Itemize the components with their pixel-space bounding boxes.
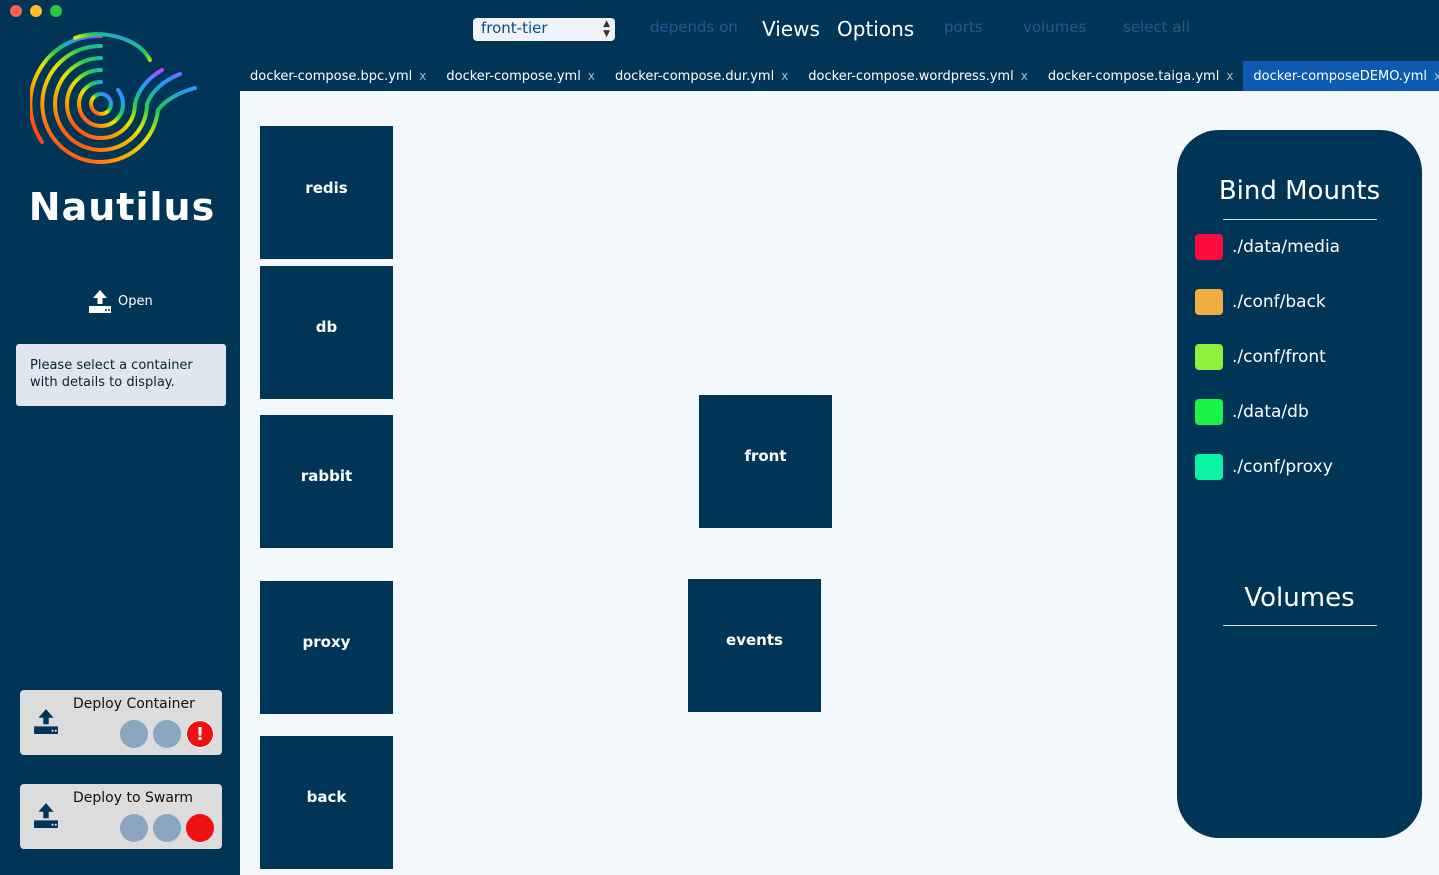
tab-label: docker-compose.taiga.yml: [1047, 68, 1220, 84]
upload-icon: [89, 290, 111, 313]
file-tabs: docker-compose.bpc.yml x docker-compose.y…: [240, 61, 1439, 91]
tab-file-active[interactable]: docker-composeDEMO.yml x: [1243, 61, 1439, 91]
color-swatch: [1195, 454, 1223, 480]
service-label: proxy: [302, 633, 351, 651]
service-node-front[interactable]: front: [699, 395, 832, 528]
volumes-toggle[interactable]: volumes: [1023, 18, 1086, 36]
service-node-db[interactable]: db: [260, 266, 393, 399]
color-swatch: [1195, 234, 1223, 260]
service-node-rabbit[interactable]: rabbit: [260, 415, 393, 548]
details-placeholder-text: Please select a container with details t…: [30, 358, 193, 390]
tab-file[interactable]: docker-compose.yml x: [436, 61, 605, 91]
status-dot: [120, 720, 148, 748]
service-label: db: [315, 318, 338, 336]
select-arrows-icon: ▲ ▼: [603, 19, 610, 39]
volumes-title: Volumes: [1244, 583, 1355, 613]
bind-mount-path: ./conf/proxy: [1232, 457, 1333, 477]
bind-mount-path: ./data/db: [1232, 402, 1309, 422]
color-swatch: [1195, 344, 1223, 370]
tab-file[interactable]: docker-compose.taiga.yml x: [1038, 61, 1244, 91]
close-tab-icon[interactable]: x: [1226, 69, 1233, 83]
bind-mounts-title: Bind Mounts: [1218, 176, 1381, 206]
status-dot: [120, 814, 148, 842]
service-label: front: [744, 447, 787, 465]
volumes-legend-panel: Bind Mounts ./data/media ./conf/back ./c…: [1177, 130, 1422, 838]
close-tab-icon[interactable]: x: [419, 69, 426, 83]
close-tab-icon[interactable]: x: [1021, 69, 1028, 83]
service-node-redis[interactable]: redis: [260, 126, 393, 259]
service-label: events: [726, 631, 783, 649]
close-tab-icon[interactable]: x: [781, 69, 788, 83]
service-label: back: [306, 788, 347, 806]
deploy-container-button[interactable]: Deploy Container !: [20, 690, 222, 755]
bind-mount-item[interactable]: ./data/db: [1195, 399, 1309, 425]
compose-canvas: redis db rabbit proxy back front events …: [240, 91, 1439, 875]
nautilus-logo-icon: [30, 32, 197, 164]
status-dot: [153, 720, 181, 748]
error-icon: !: [186, 720, 214, 748]
open-button[interactable]: Open: [88, 289, 153, 313]
deploy-swarm-label: Deploy to Swarm: [73, 790, 194, 806]
container-details-box: Please select a container with details t…: [16, 344, 226, 406]
upload-icon: [34, 709, 58, 734]
swarm-status-indicators: [120, 814, 214, 842]
bind-mount-path: ./conf/back: [1232, 292, 1326, 312]
depends-on-toggle[interactable]: depends on: [650, 18, 738, 36]
error-status-dot: [186, 814, 214, 842]
tab-label: docker-composeDEMO.yml: [1253, 68, 1428, 84]
options-menu[interactable]: Options: [837, 17, 914, 41]
open-label: Open: [118, 293, 153, 309]
service-label: rabbit: [300, 467, 353, 485]
sidebar: Nautilus Open Please select a container …: [0, 0, 240, 875]
ports-toggle[interactable]: ports: [944, 18, 983, 36]
bind-mount-item[interactable]: ./data/media: [1195, 234, 1340, 260]
views-menu[interactable]: Views: [762, 17, 820, 41]
bind-mount-item[interactable]: ./conf/proxy: [1195, 454, 1333, 480]
status-dot: [153, 814, 181, 842]
bind-mount-path: ./data/media: [1232, 237, 1341, 257]
service-node-events[interactable]: events: [688, 579, 821, 712]
deploy-container-label: Deploy Container: [73, 696, 195, 712]
tab-file[interactable]: docker-compose.dur.yml x: [605, 61, 798, 91]
deploy-swarm-button[interactable]: Deploy to Swarm: [20, 784, 222, 849]
bind-mount-item[interactable]: ./conf/back: [1195, 289, 1326, 315]
tab-label: docker-compose.dur.yml: [614, 68, 775, 84]
bind-mount-path: ./conf/front: [1232, 347, 1326, 367]
service-node-back[interactable]: back: [260, 736, 393, 869]
network-select-value: front-tier: [481, 19, 548, 37]
volumes-divider: [1223, 625, 1377, 626]
tab-file[interactable]: docker-compose.wordpress.yml x: [798, 61, 1038, 91]
tab-label: docker-compose.wordpress.yml: [808, 68, 1014, 84]
app-title: Nautilus: [28, 185, 216, 229]
color-swatch: [1195, 289, 1223, 315]
tab-label: docker-compose.bpc.yml: [250, 68, 413, 84]
bind-mount-item[interactable]: ./conf/front: [1195, 344, 1326, 370]
deploy-status-indicators: !: [120, 720, 214, 748]
service-label: redis: [305, 179, 348, 197]
color-swatch: [1195, 399, 1223, 425]
bind-mounts-divider: [1223, 219, 1377, 220]
tab-label: docker-compose.yml: [446, 68, 581, 84]
service-node-proxy[interactable]: proxy: [260, 581, 393, 714]
upload-icon: [34, 803, 58, 828]
close-tab-icon[interactable]: x: [1434, 69, 1439, 83]
tab-file[interactable]: docker-compose.bpc.yml x: [240, 61, 436, 91]
network-select[interactable]: front-tier ▲ ▼: [473, 18, 615, 41]
select-all-toggle[interactable]: select all: [1123, 18, 1190, 36]
close-tab-icon[interactable]: x: [588, 69, 595, 83]
